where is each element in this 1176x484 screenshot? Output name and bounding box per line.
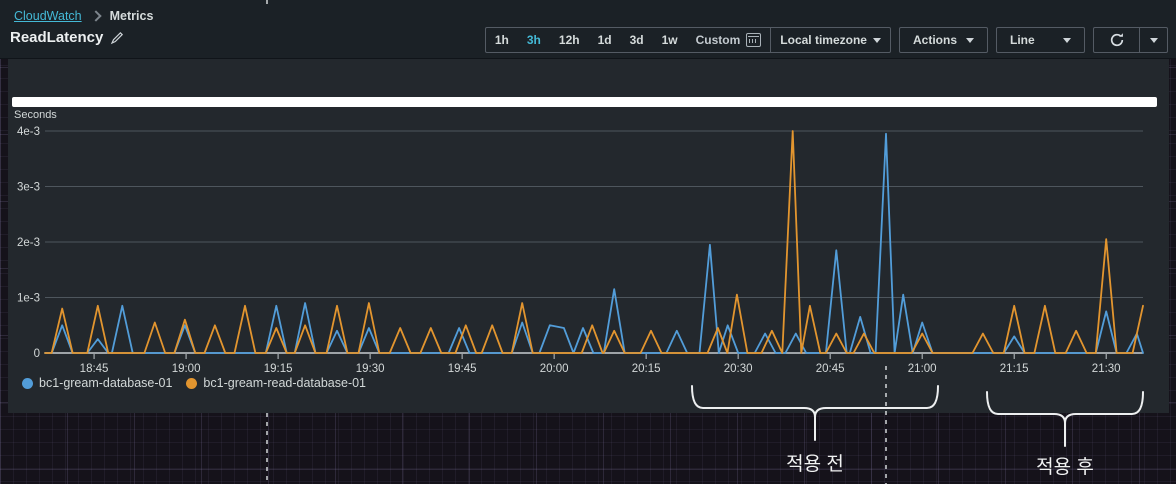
breadcrumb: CloudWatch Metrics: [14, 9, 153, 23]
annotation-before: 적용 전: [786, 449, 844, 476]
toolbar: 1h 3h 12h 1d 3d 1w Custom Local timezone…: [485, 27, 1168, 53]
timezone-dropdown[interactable]: Local timezone: [771, 28, 890, 52]
range-1w-button[interactable]: 1w: [653, 28, 687, 52]
chart-legend: bc1-gream-database-01 bc1-gream-read-dat…: [22, 376, 366, 390]
range-3d-button[interactable]: 3d: [621, 28, 653, 52]
calendar-icon: [746, 33, 761, 47]
timezone-label: Local timezone: [780, 33, 867, 47]
chevron-down-icon: [1063, 38, 1071, 43]
chart-plot-area[interactable]: [8, 59, 1169, 413]
edit-title-icon[interactable]: [110, 31, 124, 45]
chart-type-label: Line: [1010, 33, 1035, 47]
custom-label: Custom: [696, 33, 741, 47]
time-range-control: 1h 3h 12h 1d 3d 1w Custom Local timezone: [485, 27, 891, 53]
breadcrumb-cloudwatch-link[interactable]: CloudWatch: [14, 9, 82, 23]
zoom-scrollbar[interactable]: [12, 97, 1157, 107]
range-custom-button[interactable]: Custom: [687, 28, 771, 52]
legend-label: bc1-gream-database-01: [39, 376, 172, 390]
range-1h-button[interactable]: 1h: [486, 28, 518, 52]
legend-label: bc1-gream-read-database-01: [203, 376, 366, 390]
refresh-split-button: [1093, 27, 1168, 53]
y-axis-unit-label: Seconds: [14, 109, 57, 121]
legend-item-read-database[interactable]: bc1-gream-read-database-01: [186, 376, 366, 390]
chart-type-dropdown[interactable]: Line: [996, 27, 1085, 53]
refresh-options-dropdown[interactable]: [1139, 28, 1167, 52]
range-3h-button[interactable]: 3h: [518, 28, 550, 52]
screen: CloudWatch Metrics ReadLatency 1h 3h 12h…: [0, 0, 1176, 484]
refresh-button[interactable]: [1094, 28, 1139, 52]
refresh-icon: [1109, 32, 1125, 48]
title-row: ReadLatency: [10, 29, 124, 46]
chevron-down-icon: [1150, 38, 1158, 43]
breadcrumb-metrics: Metrics: [110, 9, 154, 23]
legend-item-database[interactable]: bc1-gream-database-01: [22, 376, 172, 390]
chevron-down-icon: [966, 38, 974, 43]
series-blue-dot: [22, 378, 33, 389]
range-1d-button[interactable]: 1d: [589, 28, 621, 52]
chevron-right-icon: [90, 10, 101, 21]
series-orange-dot: [186, 378, 197, 389]
actions-label: Actions: [913, 33, 957, 47]
annotation-after: 적용 후: [1036, 452, 1094, 479]
range-12h-button[interactable]: 12h: [550, 28, 589, 52]
page-title: ReadLatency: [10, 29, 103, 46]
chevron-down-icon: [873, 38, 881, 43]
actions-dropdown[interactable]: Actions: [899, 27, 988, 53]
